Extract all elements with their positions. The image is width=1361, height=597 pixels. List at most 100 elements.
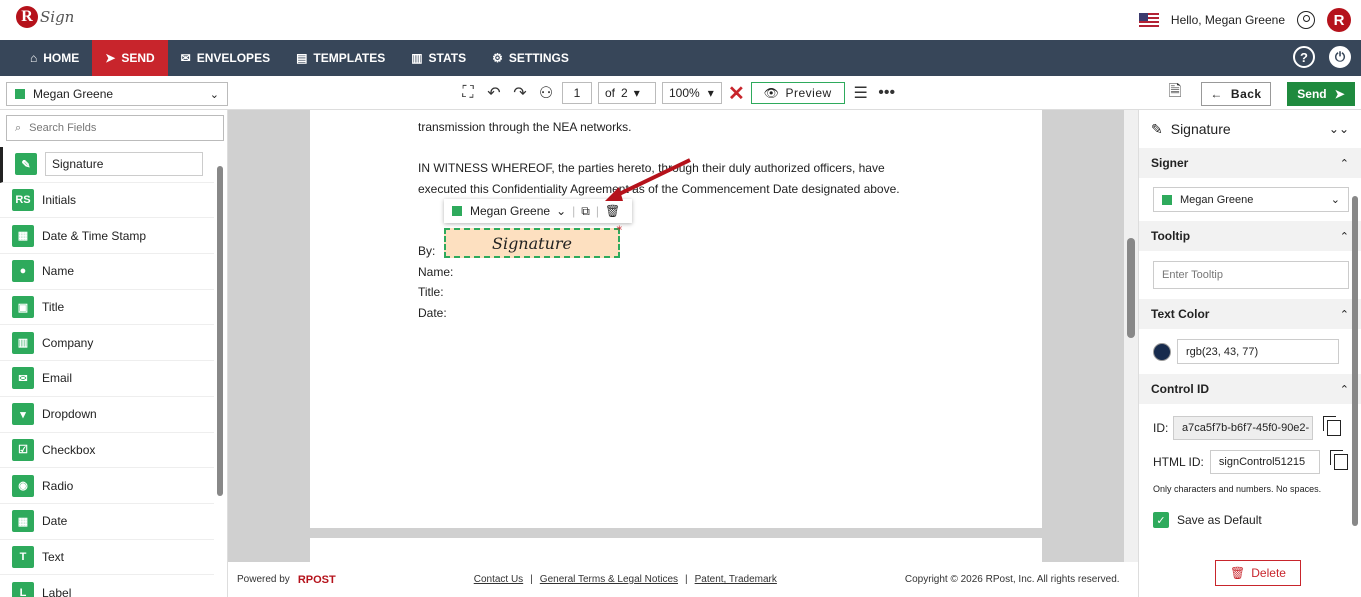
divider: | [595, 204, 599, 218]
duplicate-icon[interactable]: ⧉ [581, 204, 590, 219]
field-item-checkbox[interactable]: ☑ Checkbox [0, 433, 214, 469]
rsign-logo[interactable]: R Sign [16, 6, 74, 28]
radio-icon: ◉ [12, 474, 34, 497]
page-number-input[interactable]: 1 [562, 82, 592, 104]
terms-link[interactable]: General Terms & Legal Notices [540, 574, 678, 585]
copy-icon[interactable] [1323, 416, 1341, 436]
color-swatch[interactable] [1153, 342, 1171, 361]
arrow-left-icon: ← [1210, 86, 1223, 101]
field-item-label: Checkbox [42, 442, 96, 457]
align-icon[interactable]: ☰ [851, 83, 871, 103]
send-icon: ➤ [105, 51, 116, 65]
nav-settings[interactable]: ⚙ SETTINGS [479, 40, 582, 76]
collapse-all-icon[interactable]: ⌄⌄ [1329, 122, 1349, 136]
signer-select[interactable]: Megan Greene ⌄ [6, 82, 228, 106]
field-item-dropdown[interactable]: ▾ Dropdown [0, 397, 214, 433]
hierarchy-icon[interactable]: ⚇ [536, 83, 556, 103]
powered-by-label: Powered by [237, 574, 290, 585]
page-total-value: 2 [621, 86, 628, 100]
text-icon: T [12, 545, 34, 568]
document-page: transmission through the NEA networks. I… [310, 110, 1042, 528]
html-id-input[interactable]: signControl51215 [1209, 450, 1320, 474]
label-icon: L [12, 581, 34, 597]
field-item-title[interactable]: ▣ Title [0, 290, 214, 326]
page-of-label: of [605, 86, 616, 100]
html-id-hint: Only characters and numbers. No spaces. [1153, 484, 1322, 494]
user-profile-icon[interactable] [1297, 11, 1315, 29]
document-settings-icon[interactable]: 🗎 [1165, 80, 1185, 107]
nav-send[interactable]: ➤ SEND [92, 40, 168, 76]
field-item-label: Radio [42, 478, 74, 493]
send-button[interactable]: Send ➤ [1287, 81, 1355, 106]
field-item-label[interactable]: L Label [0, 575, 214, 597]
more-icon[interactable]: ••• [877, 84, 897, 102]
back-button[interactable]: ← Back [1201, 81, 1271, 106]
field-item-date[interactable]: ▦ Date [0, 504, 214, 540]
zoom-value: 100% [669, 86, 700, 100]
trash-icon[interactable]: 🗑 [605, 204, 620, 218]
text-color-section-header[interactable]: Text Color ⌃ [1139, 299, 1361, 329]
field-item-date-time-stamp[interactable]: ▦ Date & Time Stamp [0, 218, 214, 255]
search-fields-input[interactable]: ⌕ Search Fields [6, 115, 224, 141]
signer-section-header[interactable]: Signer ⌃ [1139, 148, 1361, 178]
page-total-select[interactable]: of 2 ▾ [598, 82, 656, 104]
properties-scrollbar[interactable] [1351, 150, 1359, 550]
clear-fields-icon[interactable]: ✕ [728, 81, 745, 106]
properties-panel: ✎ Signature ⌄⌄ Signer ⌃ Megan Greene ⌄ T… [1138, 110, 1361, 597]
tooltip-section-header[interactable]: Tooltip ⌃ [1139, 221, 1361, 251]
caret-down-icon: ▾ [633, 86, 640, 100]
field-item-label: Label [42, 585, 72, 597]
nav-home[interactable]: ⌂ HOME [17, 40, 92, 76]
patent-link[interactable]: Patent, Trademark [695, 574, 777, 585]
nav-stats[interactable]: ▥ STATS [398, 40, 479, 76]
stats-icon: ▥ [411, 51, 423, 65]
field-item-initials[interactable]: RS Initials [0, 183, 214, 219]
field-signer-select[interactable]: Megan Greene [470, 204, 550, 218]
top-header: R Sign Hello, Megan Greene R [0, 0, 1361, 40]
rpost-badge-icon[interactable]: R [1327, 8, 1351, 32]
field-item-name[interactable]: ● Name [0, 254, 214, 290]
field-item-email[interactable]: ✉ Email [0, 361, 214, 397]
chevron-up-icon: ⌃ [1339, 383, 1349, 396]
by-label: By: [418, 244, 436, 258]
nav-templates[interactable]: ▤ TEMPLATES [283, 40, 398, 76]
nav-envelopes[interactable]: ✉ ENVELOPES [168, 40, 283, 76]
field-list-scrollbar[interactable] [216, 150, 224, 590]
scrollbar-thumb[interactable] [1127, 238, 1135, 338]
chevron-down-icon: ⌄ [209, 88, 219, 101]
preview-button[interactable]: 👁 Preview [750, 82, 845, 104]
save-default-checkbox[interactable]: ✓ [1153, 512, 1169, 528]
help-icon[interactable]: ? [1293, 46, 1315, 68]
delete-button[interactable]: 🗑 Delete [1215, 560, 1301, 586]
field-item-company[interactable]: ▥ Company [0, 325, 214, 362]
text-color-input[interactable]: rgb(23, 43, 77) [1177, 339, 1339, 364]
field-item-label: Signature [45, 152, 203, 177]
calendar-icon: ▦ [12, 510, 34, 533]
signature-field[interactable]: Signature * [444, 224, 622, 258]
field-item-radio[interactable]: ◉ Radio [0, 468, 214, 504]
person-icon: ● [12, 260, 34, 283]
nav-templates-label: TEMPLATES [313, 51, 386, 65]
power-icon[interactable]: ⏻ [1329, 46, 1351, 68]
zoom-select[interactable]: 100% ▾ [662, 82, 722, 104]
control-id-section-header[interactable]: Control ID ⌃ [1139, 374, 1361, 404]
text-color-section-title: Text Color [1151, 307, 1210, 321]
scrollbar-thumb[interactable] [1352, 196, 1358, 526]
contact-us-link[interactable]: Contact Us [474, 574, 523, 585]
field-item-text[interactable]: T Text [0, 540, 214, 576]
field-item-signature[interactable]: ✎ Signature [0, 147, 214, 183]
redo-icon[interactable]: ↷ [510, 83, 530, 103]
fit-page-icon[interactable]: ⛶ [458, 84, 478, 102]
property-signer-select[interactable]: Megan Greene ⌄ [1153, 187, 1349, 212]
us-flag-icon[interactable] [1138, 13, 1159, 27]
undo-icon[interactable]: ↶ [484, 83, 504, 103]
copyright-text: Copyright © 2026 RPost, Inc. All rights … [904, 574, 1120, 585]
tooltip-input[interactable]: Enter Tooltip [1153, 261, 1349, 289]
copy-icon[interactable] [1329, 450, 1348, 470]
chevron-down-icon[interactable]: ⌄ [556, 204, 566, 218]
scrollbar-thumb[interactable] [217, 166, 223, 496]
nav-settings-label: SETTINGS [508, 51, 569, 65]
canvas-scrollbar[interactable] [1124, 110, 1138, 562]
field-item-label: Name [42, 264, 75, 279]
text-color-value: rgb(23, 43, 77) [1186, 345, 1259, 358]
